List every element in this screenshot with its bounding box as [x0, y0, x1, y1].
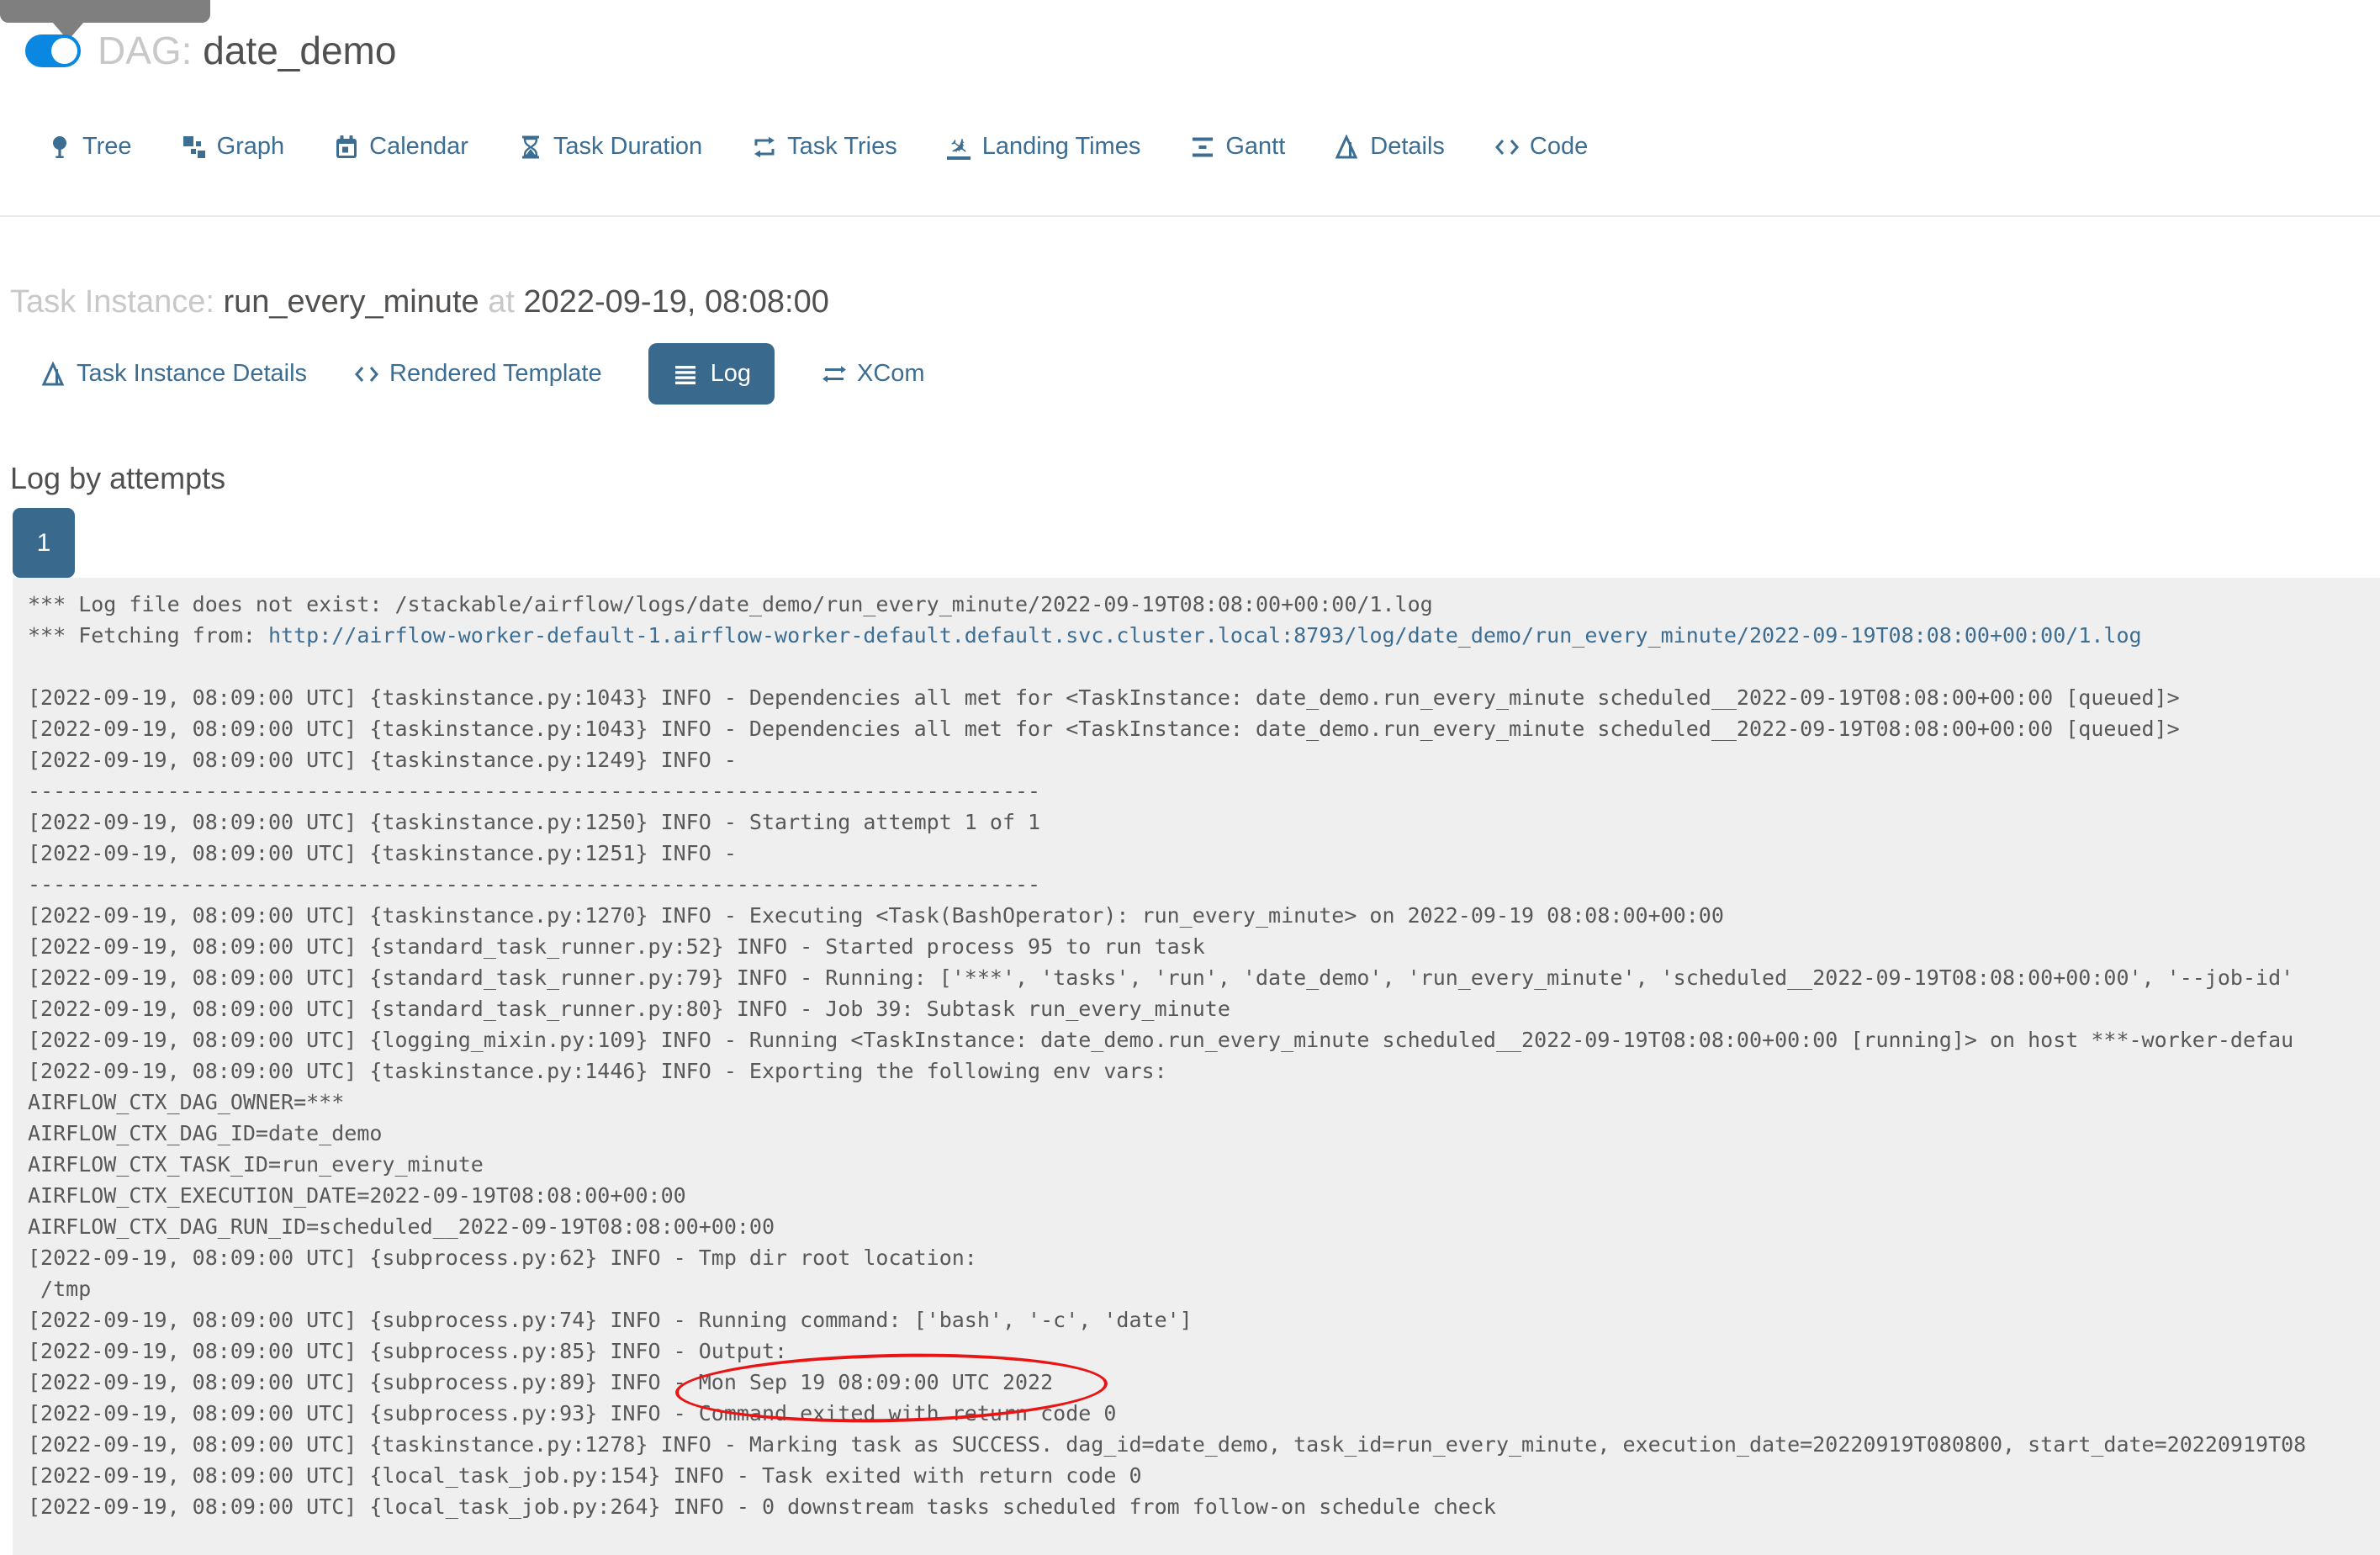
- page-title: DAG: date_demo: [98, 28, 396, 73]
- tab-label: Task Instance Details: [77, 360, 308, 387]
- tab-landing-times[interactable]: ✈ Landing Times: [944, 130, 1141, 163]
- task-instance-datetime: 2022-09-19, 08:08:00: [523, 284, 829, 320]
- tab-label: Graph: [216, 133, 285, 160]
- tab-details[interactable]: Details: [1334, 133, 1445, 161]
- log-line: AIRFLOW_CTX_DAG_OWNER=***: [28, 1090, 345, 1114]
- calendar-icon: [333, 134, 360, 161]
- plane-landing-icon: ✈: [944, 130, 975, 163]
- tab-label: Task Tries: [787, 133, 897, 160]
- circled-date-output: - Mon Sep 19 08:09:00 UTC 2022: [674, 1349, 1108, 1427]
- log-line: [2022-09-19, 08:09:00 UTC] {taskinstance…: [28, 810, 1041, 834]
- log-line: [2022-09-19, 08:09:00 UTC] {taskinstance…: [28, 717, 2180, 741]
- tab-label: Rendered Template: [389, 360, 602, 387]
- log-line: [2022-09-19, 08:09:00 UTC] {standard_tas…: [28, 965, 2294, 990]
- toggle-knob: [51, 37, 77, 64]
- graph-icon: [181, 134, 208, 161]
- tab-label: Gantt: [1225, 133, 1286, 160]
- task-instance-label: Task Instance:: [10, 284, 214, 320]
- repeat-icon: [751, 134, 778, 161]
- dag-header: DAG: date_demo: [25, 28, 396, 73]
- dag-name: date_demo: [203, 29, 397, 72]
- log-line: AIRFLOW_CTX_EXECUTION_DATE=2022-09-19T08…: [28, 1183, 686, 1208]
- log-line: [2022-09-19, 08:09:00 UTC] {taskinstance…: [28, 685, 2180, 710]
- swap-arrows-icon: [821, 361, 848, 388]
- tab-label: Task Duration: [553, 133, 703, 160]
- tab-log-active[interactable]: Log: [648, 343, 775, 405]
- tab-xcom[interactable]: XCom: [821, 360, 925, 388]
- log-line: [2022-09-19, 08:09:00 UTC] {standard_tas…: [28, 997, 1230, 1021]
- code-icon: [353, 361, 380, 388]
- log-panel[interactable]: *** Log file does not exist: /stackable/…: [13, 578, 2380, 1555]
- tab-gantt[interactable]: Gantt: [1189, 133, 1285, 161]
- log-line: [2022-09-19, 08:09:00 UTC] {subprocess.p…: [28, 1246, 990, 1270]
- log-line: *** Log file does not exist: /stackable/…: [28, 592, 1433, 616]
- log-line: [2022-09-19, 08:09:00 UTC] {standard_tas…: [28, 934, 1205, 959]
- log-line: [2022-09-19, 08:09:00 UTC] {subprocess.p…: [28, 1401, 1117, 1425]
- tab-calendar[interactable]: Calendar: [333, 133, 468, 161]
- log-line: [2022-09-19, 08:09:00 UTC] {logging_mixi…: [28, 1028, 2294, 1052]
- log-line: AIRFLOW_CTX_TASK_ID=run_every_minute: [28, 1152, 484, 1177]
- dag-pause-toggle[interactable]: [25, 34, 81, 67]
- header-divider: [0, 215, 2380, 217]
- tab-task-duration[interactable]: Task Duration: [517, 133, 702, 161]
- log-line: [2022-09-19, 08:09:00 UTC] {subprocess.p…: [28, 1339, 788, 1363]
- gantt-icon: [1189, 134, 1216, 161]
- log-line: [2022-09-19, 08:09:00 UTC] {subprocess.p…: [28, 1349, 2380, 1427]
- tab-label: Details: [1370, 133, 1445, 160]
- log-line: [2022-09-19, 08:09:00 UTC] {local_task_j…: [28, 1463, 1142, 1488]
- log-line: [2022-09-19, 08:09:00 UTC] {taskinstance…: [28, 841, 749, 865]
- pin-icon: [46, 134, 73, 161]
- list-icon: [672, 361, 699, 388]
- tab-label: Tree: [82, 133, 132, 160]
- log-content: *** Log file does not exist: /stackable/…: [28, 589, 2380, 1522]
- dag-label: DAG:: [98, 29, 193, 72]
- tab-label: Log: [710, 360, 751, 387]
- task-instance-tabs: Task Instance Details Rendered Template …: [40, 343, 925, 405]
- log-line: AIRFLOW_CTX_DAG_ID=date_demo: [28, 1121, 383, 1145]
- code-icon: [1494, 134, 1521, 161]
- task-instance-heading: Task Instance: run_every_minute at 2022-…: [10, 284, 829, 320]
- log-line: AIRFLOW_CTX_DAG_RUN_ID=scheduled__2022-0…: [28, 1214, 775, 1239]
- log-line: [2022-09-19, 08:09:00 UTC] {subprocess.p…: [28, 1308, 1193, 1332]
- log-line: [2022-09-19, 08:09:00 UTC] {local_task_j…: [28, 1494, 1496, 1519]
- tab-task-tries[interactable]: Task Tries: [751, 133, 897, 161]
- tab-label: Landing Times: [981, 133, 1141, 160]
- tooltip-remnant: [0, 0, 210, 23]
- tab-task-instance-details[interactable]: Task Instance Details: [40, 360, 307, 388]
- tab-code[interactable]: Code: [1494, 133, 1588, 161]
- log-attempts-heading: Log by attempts: [10, 461, 226, 495]
- hourglass-icon: [517, 134, 544, 161]
- tab-rendered-template[interactable]: Rendered Template: [353, 360, 602, 388]
- log-line: /tmp: [28, 1277, 92, 1301]
- log-link[interactable]: http://airflow-worker-default-1.airflow-…: [268, 623, 2142, 648]
- attempt-1-button[interactable]: 1: [13, 508, 75, 578]
- tab-tree[interactable]: Tree: [46, 133, 132, 161]
- log-line: ----------------------------------------…: [28, 872, 1041, 897]
- log-line: [2022-09-19, 08:09:00 UTC] {taskinstance…: [28, 1059, 1167, 1083]
- details-icon: [40, 361, 67, 388]
- task-instance-name: run_every_minute: [223, 284, 479, 320]
- log-line: [2022-09-19, 08:09:00 UTC] {taskinstance…: [28, 748, 749, 772]
- tab-label: Calendar: [369, 133, 468, 160]
- details-icon: [1334, 134, 1361, 161]
- tab-graph[interactable]: Graph: [181, 133, 285, 161]
- airflow-log-page: DAG: date_demo Tree Graph Calendar Task …: [0, 0, 2380, 1555]
- log-line: ----------------------------------------…: [28, 779, 1041, 803]
- at-label: at: [488, 284, 515, 320]
- log-line: [2022-09-19, 08:09:00 UTC] {taskinstance…: [28, 1432, 2307, 1457]
- log-line: [2022-09-19, 08:09:00 UTC] {taskinstance…: [28, 903, 1724, 928]
- tab-label: Code: [1529, 133, 1589, 160]
- tab-label: XCom: [856, 360, 925, 387]
- log-line: *** Fetching from: http://airflow-worker…: [28, 623, 2142, 648]
- dag-view-tabs: Tree Graph Calendar Task Duration Task T…: [46, 130, 1588, 163]
